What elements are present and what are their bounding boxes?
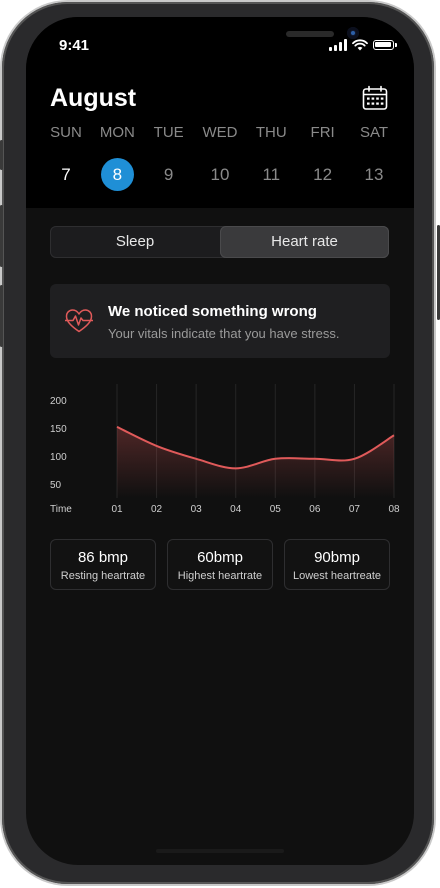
camera-icon	[347, 27, 359, 39]
speaker-grille	[286, 31, 334, 37]
date-item[interactable]: 10	[195, 158, 245, 191]
heart-rate-chart-svg: 200 150 100 50 Time 01 02 03 04 05 06 07 08	[50, 384, 400, 515]
stat-value: 86 bmp	[77, 549, 129, 566]
x-tick-label: 07	[349, 504, 361, 515]
date-label: 12	[313, 165, 333, 184]
x-tick-label: 04	[230, 504, 242, 515]
weekday-sun: SUN	[50, 124, 82, 141]
x-tick-label: 02	[151, 504, 163, 515]
date-item[interactable]: 11	[246, 158, 296, 191]
x-tick-label: 01	[111, 504, 123, 515]
weekday-labels: SUN MON TUE WED THU FRI SAT	[41, 124, 399, 141]
stat-value: 90bmp	[314, 549, 360, 566]
date-label: 8	[100, 158, 134, 191]
y-tick-label: 50	[50, 480, 62, 491]
stat-card-resting[interactable]: 86 bmp Resting heartrate	[50, 539, 156, 590]
notch	[116, 17, 359, 49]
date-label: 9	[163, 165, 174, 184]
weekday-sat: SAT	[359, 124, 388, 141]
signal-icon	[329, 39, 349, 51]
date-label: 10	[210, 165, 230, 184]
tab-heart-rate[interactable]: Heart rate	[220, 226, 389, 258]
date-strip: 7 8 9 10 11 12 13	[41, 158, 399, 191]
x-tick-label: 05	[270, 504, 282, 515]
alert-message: Your vitals indicate that you have stres…	[108, 326, 340, 341]
tab-sleep[interactable]: Sleep	[50, 226, 220, 258]
y-tick-label: 100	[50, 452, 67, 463]
heart-pulse-icon	[65, 309, 93, 333]
heart-rate-stats: 86 bmp Resting heartrate 60bmp Highest h…	[50, 539, 390, 590]
stat-label: Lowest heartreate	[292, 570, 382, 582]
wifi-icon	[352, 39, 368, 51]
battery-icon	[373, 40, 397, 50]
status-time: 9:41	[59, 37, 90, 54]
heart-rate-area	[117, 426, 394, 498]
volume-down-button	[0, 285, 3, 347]
date-item[interactable]: 7	[41, 158, 91, 191]
stat-value: 60bmp	[197, 549, 243, 566]
weekday-thu: THU	[255, 124, 287, 141]
alert-title: We noticed something wrong	[108, 303, 317, 320]
calendar-icon	[362, 85, 388, 110]
stat-label: Highest heartrate	[177, 570, 263, 582]
stat-card-lowest[interactable]: 90bmp Lowest heartreate	[284, 539, 390, 590]
mute-switch	[0, 140, 3, 170]
x-axis-label: Time	[50, 504, 72, 515]
date-label: 7	[61, 165, 71, 184]
date-item[interactable]: 12	[298, 158, 348, 191]
x-tick-label: 08	[388, 504, 400, 515]
date-label: 11	[262, 165, 281, 184]
date-item-selected[interactable]: 8	[92, 158, 142, 191]
date-item[interactable]: 9	[144, 158, 194, 191]
y-tick-label: 150	[50, 424, 67, 435]
weekday-fri: FRI	[310, 124, 335, 141]
month-title: August	[50, 84, 137, 112]
date-item[interactable]: 13	[349, 158, 399, 191]
x-tick-label: 03	[191, 504, 203, 515]
status-icons	[329, 39, 399, 53]
weekday-wed: WED	[202, 124, 238, 141]
heart-rate-chart: 200 150 100 50 Time 01 02 03 04 05 06 07 08	[40, 378, 400, 523]
date-label: 13	[364, 165, 384, 184]
app-screen: 9:41 August SUN MON TUE WED THU FRI SAT …	[26, 17, 414, 865]
stat-card-highest[interactable]: 60bmp Highest heartrate	[167, 539, 273, 590]
sleep-heart-rate-toggle: Sleep Heart rate	[50, 226, 389, 258]
home-indicator	[156, 849, 284, 853]
stat-label: Resting heartrate	[60, 570, 146, 582]
volume-up-button	[0, 205, 3, 267]
weekday-tue: TUE	[153, 124, 184, 141]
weekday-mon: MON	[99, 124, 135, 141]
x-tick-label: 06	[309, 504, 321, 515]
stress-alert-card[interactable]: We noticed something wrong Your vitals i…	[50, 284, 390, 358]
y-tick-label: 200	[50, 396, 67, 407]
calendar-button[interactable]	[362, 85, 390, 113]
